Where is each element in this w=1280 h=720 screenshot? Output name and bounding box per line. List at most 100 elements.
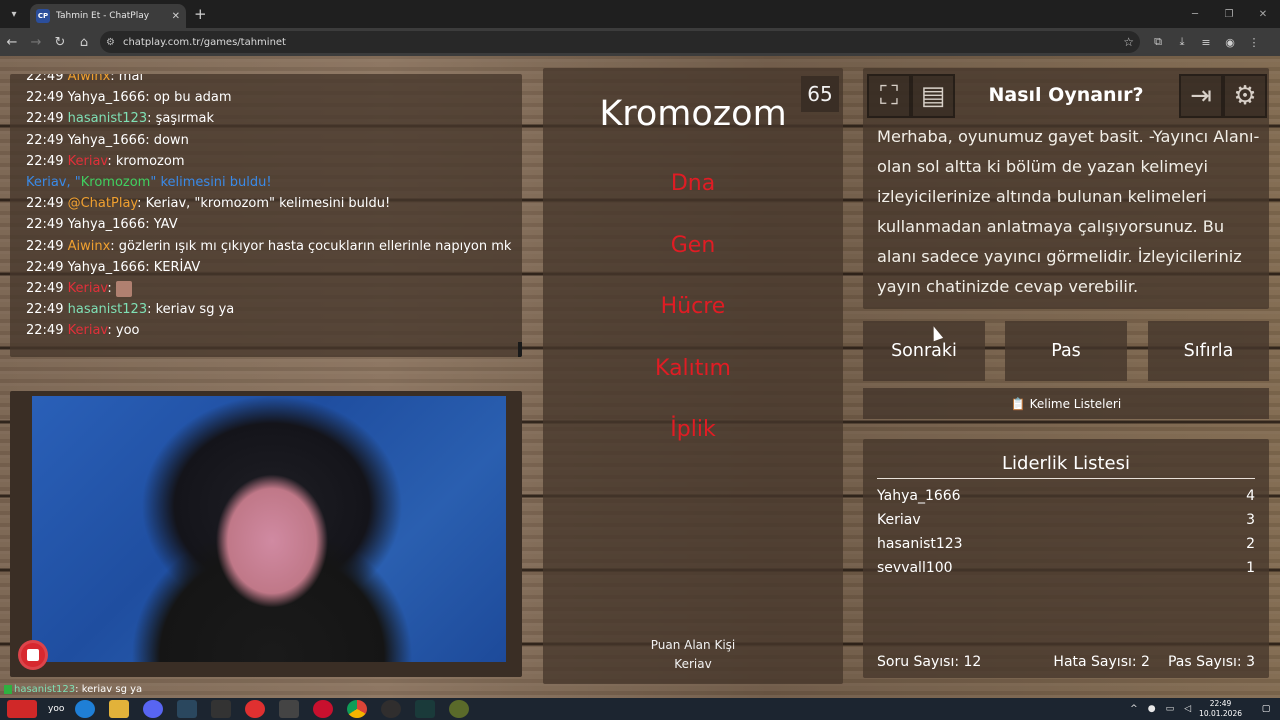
opera-icon[interactable] xyxy=(313,700,334,718)
chat-message: 22:49 hasanist123: şaşırmak xyxy=(26,108,522,129)
leaderboard-title: Liderlik Listesi xyxy=(877,453,1255,479)
chat-username[interactable]: Aiwinx xyxy=(68,74,111,84)
chat-username[interactable]: Keriav xyxy=(68,281,108,296)
menu-icon[interactable]: ⋮ xyxy=(1242,30,1266,54)
site-info-icon[interactable]: ⚙ xyxy=(106,37,115,48)
steam-icon[interactable] xyxy=(177,700,198,718)
tab-search-button[interactable]: ▾ xyxy=(4,4,24,24)
chat-message: 22:49 Keriav: kromozom xyxy=(26,151,522,172)
chat-username[interactable]: Yahya_1666 xyxy=(68,260,146,275)
network-icon[interactable]: ▭ xyxy=(1166,704,1175,714)
chat-username[interactable]: Keriav xyxy=(68,323,108,338)
back-icon[interactable]: ← xyxy=(0,30,24,54)
address-bar[interactable]: ⚙ chatplay.com.tr/games/tahminet ☆ xyxy=(100,31,1140,53)
terminal-icon[interactable] xyxy=(415,700,436,718)
forbidden-word: Gen xyxy=(670,232,716,258)
chat-message: 22:49 Yahya_1666: YAV xyxy=(26,214,522,235)
chat-text: : YAV xyxy=(145,217,178,233)
restore-icon[interactable]: ❐ xyxy=(1212,0,1246,28)
browser-tab-active[interactable]: CP Tahmin Et - ChatPlay ✕ xyxy=(30,4,186,28)
system-tray: ^ ● ▭ ◁ xyxy=(1125,698,1196,720)
forbidden-word: Hücre xyxy=(660,294,726,319)
chat-username[interactable]: hasanist123 xyxy=(68,302,147,317)
bookmark-star-icon[interactable]: ☆ xyxy=(1123,35,1134,49)
chat-time: 22:49 xyxy=(26,153,64,169)
chat-text: : şaşırmak xyxy=(147,111,215,127)
chat-panel: 22:49 Aiwinx: mal 22:49 Yahya_1666: op bu… xyxy=(10,74,522,357)
chat-username[interactable]: Aiwinx xyxy=(68,239,111,254)
chat-username[interactable]: Yahya_1666 xyxy=(68,217,146,232)
close-tab-icon[interactable]: ✕ xyxy=(172,11,180,22)
chat-time: 22:49 xyxy=(26,302,64,318)
clock-date: 10.01.2026 xyxy=(1199,709,1242,718)
chatplay-favicon-icon: CP xyxy=(36,9,50,23)
file-explorer-icon[interactable] xyxy=(109,700,130,718)
windows-taskbar: yoo ^ ● ▭ ◁ 22:49 10.01.2026 ▢ xyxy=(0,698,1280,720)
extensions-icon[interactable]: ⧉ xyxy=(1146,30,1170,54)
download-icon[interactable]: ⤓ xyxy=(1170,30,1194,54)
chat-username[interactable]: Keriav xyxy=(68,154,108,169)
discord-icon[interactable] xyxy=(143,700,164,718)
browser-tab-strip: ▾ CP Tahmin Et - ChatPlay ✕ + ─ ❐ ✕ xyxy=(0,0,1280,28)
scorer-label: Puan Alan Kişi xyxy=(650,638,736,652)
chat-message: Keriav, "Kromozom" kelimesini buldu! xyxy=(26,172,522,193)
reading-list-icon[interactable]: ≡ xyxy=(1194,30,1218,54)
exit-icon[interactable]: ⇥ xyxy=(1179,74,1223,118)
chat-time: 22:49 xyxy=(26,196,64,212)
forbidden-word: Kalıtım xyxy=(655,355,731,381)
start-app-icon[interactable] xyxy=(7,700,37,718)
close-window-icon[interactable]: ✕ xyxy=(1246,0,1280,28)
chat-time: 22:49 xyxy=(26,90,64,106)
url-text[interactable]: chatplay.com.tr/games/tahminet xyxy=(123,37,1123,48)
system-message-word: Kromozom xyxy=(80,175,151,191)
chrome-icon[interactable] xyxy=(347,700,368,718)
game-page: 22:49 Aiwinx: mal 22:49 Yahya_1666: op bu… xyxy=(0,56,1280,698)
leaderboard-panel: Liderlik Listesi Yahya_1666 4 Keriav 3 h… xyxy=(863,439,1269,678)
edge-icon[interactable] xyxy=(75,700,96,718)
chat-text: : yoo xyxy=(107,323,140,339)
record-icon[interactable] xyxy=(18,640,48,670)
forbidden-word: İplik xyxy=(670,417,716,442)
next-button[interactable]: Sonraki xyxy=(863,321,985,381)
chat-time: 22:49 xyxy=(26,217,64,233)
volume-icon[interactable]: ◁ xyxy=(1184,704,1191,714)
chat-scrollbar[interactable] xyxy=(518,342,522,357)
player-score: 3 xyxy=(1246,512,1255,528)
chat-username[interactable]: Yahya_1666 xyxy=(68,133,146,148)
obs-icon[interactable] xyxy=(381,700,402,718)
microphone-icon[interactable]: ● xyxy=(1148,704,1156,714)
chat-time: 22:49 xyxy=(26,111,64,127)
settings-gear-icon[interactable]: ⚙ xyxy=(1223,74,1267,118)
chat-message: 22:49 Aiwinx: mal xyxy=(26,74,522,87)
chat-time: 22:49 xyxy=(26,323,64,339)
chat-username[interactable]: hasanist123 xyxy=(68,111,147,126)
tray-chevron-icon[interactable]: ^ xyxy=(1130,704,1138,714)
profile-icon[interactable]: ◉ xyxy=(1218,30,1242,54)
reload-icon[interactable]: ↻ xyxy=(48,30,72,54)
pass-count: Pas Sayısı: 3 xyxy=(1167,654,1255,670)
player-name: Keriav xyxy=(877,512,921,528)
chat-username[interactable]: Yahya_1666 xyxy=(68,90,146,105)
how-to-play-panel: ⛶ ▤ Nasıl Oynanır? ⇥ ⚙ Merhaba, oyunumuz… xyxy=(863,68,1269,309)
taskbar-clock[interactable]: 22:49 10.01.2026 xyxy=(1199,698,1242,720)
app-hex-icon[interactable] xyxy=(279,700,300,718)
target-word: Kromozom xyxy=(599,94,787,134)
reset-button[interactable]: Sıfırla xyxy=(1148,321,1269,381)
pass-button[interactable]: Pas xyxy=(1005,321,1127,381)
forbidden-words-list: Dna Gen Hücre Kalıtım İplik xyxy=(543,171,843,479)
word-lists-button[interactable]: 📋 Kelime Listeleri xyxy=(863,388,1269,419)
chat-time: 22:49 xyxy=(26,74,64,84)
chat-time: 22:49 xyxy=(26,132,64,148)
chat-text: : xyxy=(107,281,116,297)
notification-icon[interactable]: ▢ xyxy=(1256,700,1276,718)
forward-icon[interactable]: → xyxy=(24,30,48,54)
app-green-icon[interactable] xyxy=(449,700,470,718)
app-red-icon[interactable] xyxy=(245,700,266,718)
epic-games-icon[interactable] xyxy=(211,700,232,718)
taskbar-app-label[interactable]: yoo xyxy=(48,700,64,718)
chat-username[interactable]: @ChatPlay xyxy=(68,196,138,211)
leaderboard-row: Yahya_1666 4 xyxy=(877,488,1255,504)
home-icon[interactable]: ⌂ xyxy=(72,30,96,54)
new-tab-button[interactable]: + xyxy=(194,5,207,23)
minimize-icon[interactable]: ─ xyxy=(1178,0,1212,28)
